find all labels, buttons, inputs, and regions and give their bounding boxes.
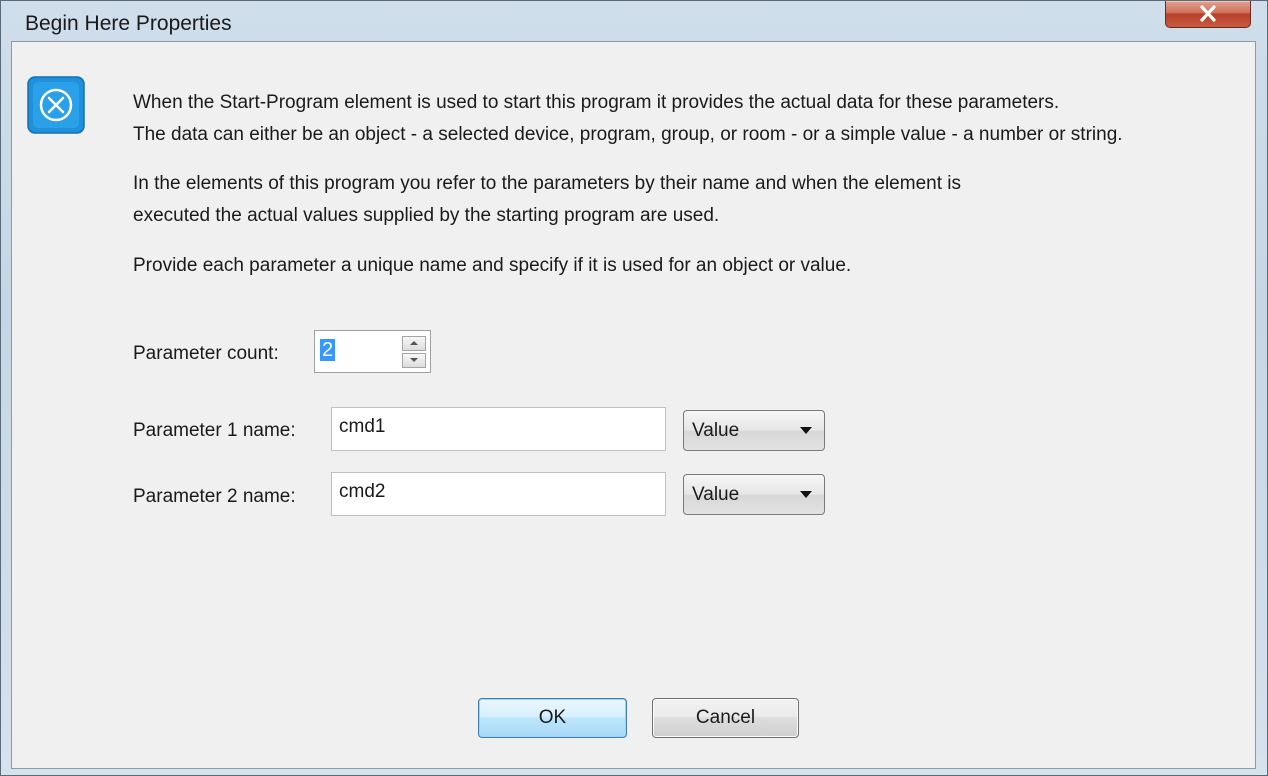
- parameter-1-label: Parameter 1 name:: [133, 420, 296, 441]
- close-button[interactable]: [1165, 1, 1251, 28]
- parameter-count-value[interactable]: 2: [320, 339, 336, 361]
- cancel-button[interactable]: Cancel: [652, 698, 799, 738]
- arrow-up-icon: [410, 341, 418, 345]
- parameter-1-type-value: Value: [692, 420, 740, 441]
- title-bar[interactable]: Begin Here Properties: [1, 1, 1267, 41]
- description-line-2: The data can either be an object - a sel…: [133, 124, 1123, 145]
- parameter-2-type-select[interactable]: Value: [683, 474, 825, 515]
- close-icon: [1200, 5, 1216, 22]
- description-line-5: Provide each parameter a unique name and…: [133, 255, 852, 276]
- dropdown-arrow-icon: [800, 491, 812, 498]
- window-title: Begin Here Properties: [25, 12, 232, 35]
- parameter-2-type-value: Value: [692, 484, 740, 505]
- ok-button[interactable]: OK: [478, 698, 627, 738]
- dialog-body: When the Start-Program element is used t…: [11, 41, 1256, 769]
- parameter-1-name-input[interactable]: cmd1: [331, 407, 666, 451]
- parameter-count-stepper[interactable]: 2: [314, 330, 431, 373]
- description-line-1: When the Start-Program element is used t…: [133, 92, 1060, 113]
- properties-window: Begin Here Properties When the Start-Pro…: [0, 0, 1268, 776]
- parameter-2-name-input[interactable]: cmd2: [331, 472, 666, 516]
- parameter-count-label: Parameter count:: [133, 343, 279, 364]
- description-line-3: In the elements of this program you refe…: [133, 173, 961, 194]
- parameter-1-type-select[interactable]: Value: [683, 410, 825, 451]
- info-icon: [27, 76, 85, 134]
- arrow-down-icon: [410, 358, 418, 362]
- parameter-2-label: Parameter 2 name:: [133, 486, 296, 507]
- dropdown-arrow-icon: [800, 427, 812, 434]
- description-line-4: executed the actual values supplied by t…: [133, 205, 720, 226]
- stepper-up-button[interactable]: [402, 336, 426, 351]
- stepper-down-button[interactable]: [402, 353, 426, 368]
